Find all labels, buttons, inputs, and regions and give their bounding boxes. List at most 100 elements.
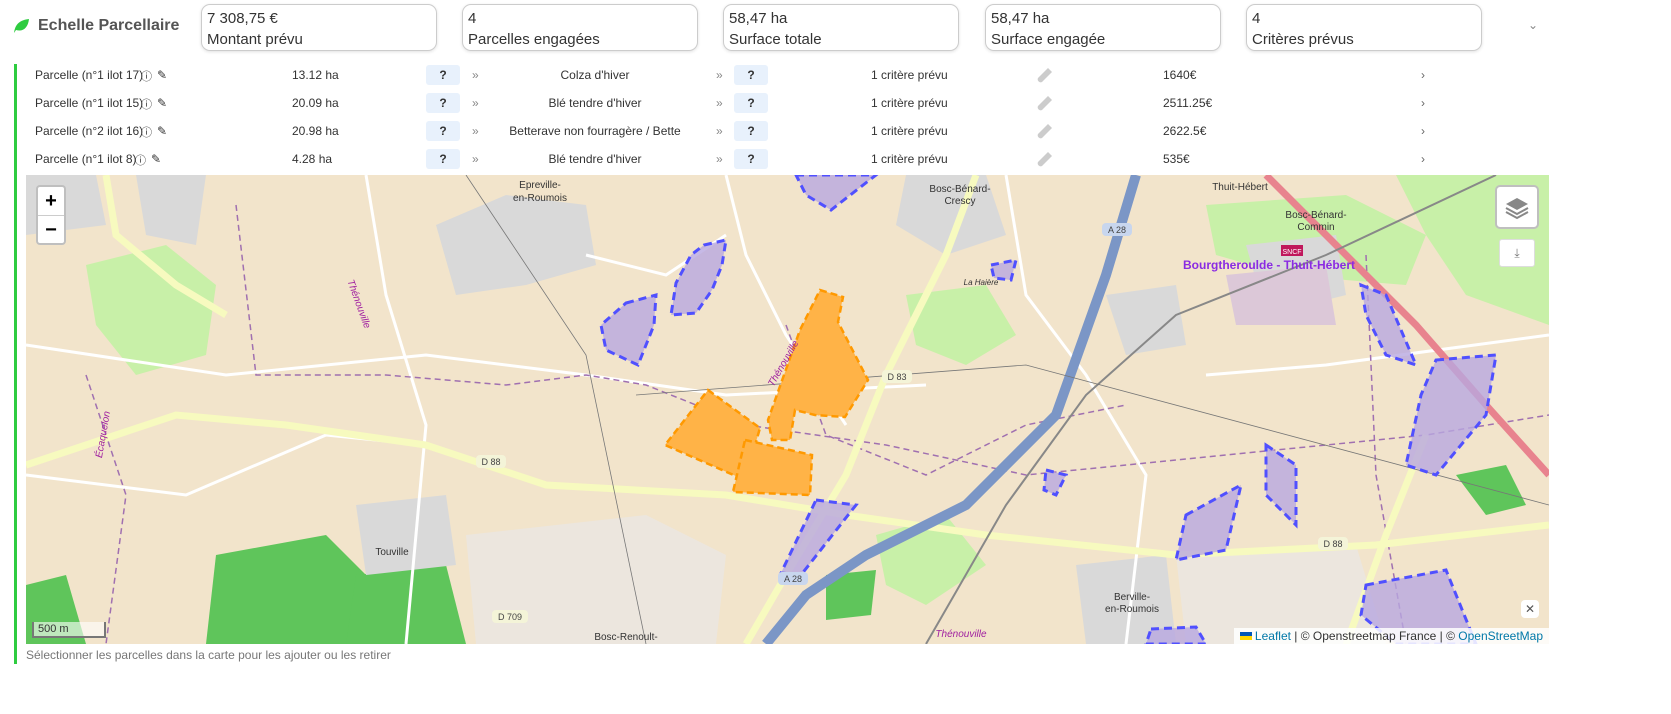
map-label: en-Roumois [513, 193, 567, 204]
parcel-name: Parcelle (n°1 ilot 15) [35, 96, 144, 110]
road-label: D 88 [1323, 539, 1342, 549]
parcel-row[interactable]: Parcelle (n°1 ilot 15) ⓘ ✎ 20.09 ha ? » … [0, 90, 1671, 118]
parcel-area: 20.98 ha [292, 124, 339, 138]
parcel-amount: 535€ [1163, 152, 1190, 166]
parcel-criteria: 1 critère prévu [871, 68, 948, 82]
stat-value: 7 308,75 € [207, 10, 278, 27]
zoom-in-button[interactable]: + [38, 187, 64, 216]
layers-button[interactable] [1495, 185, 1539, 229]
parcel-crop: Betterave non fourragère / Bette [509, 124, 681, 138]
question-button[interactable]: ? [426, 121, 460, 141]
parcel-crop: Blé tendre d'hiver [548, 96, 642, 110]
question-button[interactable]: ? [426, 93, 460, 113]
question-button[interactable]: ? [734, 149, 768, 169]
row-chevron-right-icon[interactable]: › [1421, 152, 1425, 166]
stat-label: Surface engagée [991, 31, 1106, 48]
row-chevron-right-icon[interactable]: › [1421, 96, 1425, 110]
road-label: D 83 [887, 372, 906, 382]
road-label: A 28 [1108, 225, 1126, 235]
map-label: Crescy [944, 196, 975, 207]
stat-card-total-area: 58,47 ha Surface totale [723, 4, 959, 51]
map-label: Thénouville [935, 629, 987, 640]
stat-value: 4 [468, 10, 477, 27]
question-button[interactable]: ? [734, 65, 768, 85]
info-icon[interactable]: ⓘ [135, 152, 146, 168]
parcel-area: 20.09 ha [292, 96, 339, 110]
sncf-logo: SNCF [1282, 249, 1301, 256]
parcel-row[interactable]: Parcelle (n°2 ilot 16) ⓘ ✎ 20.98 ha ? » … [0, 118, 1671, 146]
stat-value: 58,47 ha [991, 10, 1050, 27]
question-button[interactable]: ? [426, 65, 460, 85]
map-label-station: Bourgtheroulde - Thuit-Hébert [1183, 258, 1355, 272]
map-label: Epreville- [519, 180, 561, 191]
question-button[interactable]: ? [426, 149, 460, 169]
stat-card-parcels: 4 Parcelles engagées [462, 4, 698, 51]
map-label: en-Roumois [1105, 604, 1159, 615]
info-icon[interactable]: ⓘ [141, 124, 152, 140]
parcel-area: 13.12 ha [292, 68, 339, 82]
edit-icon[interactable]: ✎ [157, 96, 167, 110]
parcel-criteria: 1 critère prévu [871, 124, 948, 138]
test-tube-icon [1034, 66, 1054, 89]
map-label: Bosc-Bénard- [1285, 210, 1346, 221]
test-tube-icon [1034, 94, 1054, 117]
stat-label: Surface totale [729, 31, 822, 48]
double-chevron-icon: » [716, 124, 723, 138]
road-label: A 28 [784, 574, 802, 584]
zoom-control: + − [36, 185, 66, 245]
stat-label: Critères prévus [1252, 31, 1354, 48]
map-label: Commin [1297, 222, 1334, 233]
double-chevron-icon: » [472, 152, 479, 166]
parcel-name: Parcelle (n°1 ilot 17) [35, 68, 144, 82]
leaflet-link[interactable]: Leaflet [1255, 629, 1291, 643]
map-label: Bosc-Renoult- [594, 632, 657, 643]
close-button[interactable]: ✕ [1521, 600, 1539, 618]
question-button[interactable]: ? [734, 93, 768, 113]
download-icon: ⤓ [1514, 246, 1520, 260]
map[interactable]: Epreville- en-Roumois Bosc-Bénard- Cresc… [26, 175, 1549, 644]
double-chevron-icon: » [716, 96, 723, 110]
map-label: Thénouville [344, 278, 372, 330]
ukraine-flag-icon [1239, 632, 1252, 640]
section-title: Echelle Parcellaire [12, 17, 179, 35]
double-chevron-icon: » [472, 68, 479, 82]
map-label: Berville- [1114, 592, 1150, 603]
parcel-amount: 2622.5€ [1163, 124, 1207, 138]
info-icon[interactable]: ⓘ [141, 68, 152, 84]
question-button[interactable]: ? [734, 121, 768, 141]
parcel-row[interactable]: Parcelle (n°1 ilot 17) ⓘ ✎ 13.12 ha ? » … [0, 62, 1671, 90]
stat-value: 58,47 ha [729, 10, 788, 27]
close-icon: ✕ [1524, 602, 1536, 616]
map-scale: 500 m [32, 622, 106, 638]
info-icon[interactable]: ⓘ [141, 96, 152, 112]
parcel-criteria: 1 critère prévu [871, 96, 948, 110]
map-label: Touville [375, 547, 409, 558]
zoom-out-button[interactable]: − [38, 216, 64, 245]
stat-card-criteria: 4 Critères prévus [1246, 4, 1482, 51]
double-chevron-icon: » [716, 68, 723, 82]
layers-icon [1505, 198, 1529, 220]
collapse-chevron-icon[interactable]: ⌄ [1528, 18, 1538, 32]
parcel-area: 4.28 ha [292, 152, 333, 166]
parcel-name: Parcelle (n°2 ilot 16) [35, 124, 144, 138]
double-chevron-icon: » [716, 152, 723, 166]
edit-icon[interactable]: ✎ [157, 124, 167, 138]
double-chevron-icon: » [472, 124, 479, 138]
parcel-row[interactable]: Parcelle (n°1 ilot 8) ⓘ ✎ 4.28 ha ? » Bl… [0, 146, 1671, 174]
download-button[interactable]: ⤓ [1499, 239, 1535, 267]
attribution-text: | © Openstreetmap France | © [1290, 629, 1459, 643]
section-title-text: Echelle Parcellaire [38, 17, 180, 34]
row-chevron-right-icon[interactable]: › [1421, 68, 1425, 82]
parcel-amount: 2511.25€ [1163, 96, 1213, 110]
row-chevron-right-icon[interactable]: › [1421, 124, 1425, 138]
edit-icon[interactable]: ✎ [157, 68, 167, 82]
map-hint: Sélectionner les parcelles dans la carte… [26, 648, 391, 662]
stat-label: Montant prévu [207, 31, 303, 48]
stat-card-amount: 7 308,75 € Montant prévu [201, 4, 437, 51]
road-label: D 88 [481, 457, 500, 467]
map-label: Thuit-Hébert [1212, 182, 1268, 193]
leaf-icon [14, 19, 29, 33]
stat-value: 4 [1252, 10, 1261, 27]
osm-link[interactable]: OpenStreetMap [1458, 629, 1543, 643]
edit-icon[interactable]: ✎ [151, 152, 161, 166]
